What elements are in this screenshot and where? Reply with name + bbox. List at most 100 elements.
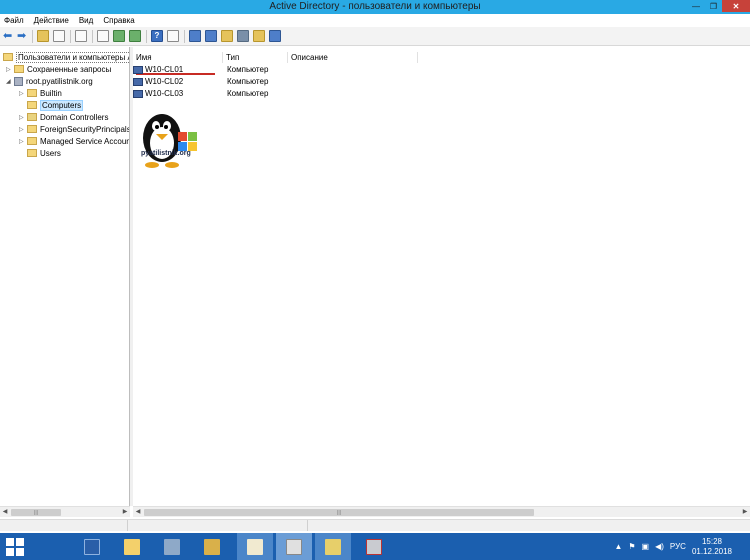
list-cell-name: W10-CL01 bbox=[133, 64, 183, 76]
tree-item-label: Managed Service Accoun bbox=[40, 136, 130, 146]
toolbar-separator bbox=[32, 29, 33, 43]
volume-icon[interactable]: ◀) bbox=[655, 542, 664, 551]
network-icon bbox=[164, 538, 180, 555]
filter-icon[interactable] bbox=[237, 30, 249, 42]
new-user-icon[interactable] bbox=[189, 30, 201, 42]
list-row[interactable]: W10-CL02 Компьютер bbox=[133, 76, 750, 88]
tree-item-managed-service-accounts[interactable]: ▷ Managed Service Accoun bbox=[19, 135, 130, 147]
tree-item-domain-controllers[interactable]: ▷ Domain Controllers bbox=[19, 111, 108, 123]
computer-type: Компьютер bbox=[227, 77, 269, 86]
scroll-right-icon[interactable]: ▶ bbox=[740, 507, 750, 517]
minimize-button[interactable]: — bbox=[687, 0, 705, 12]
list-row[interactable]: W10-CL03 Компьютер bbox=[133, 88, 750, 100]
list-horizontal-scrollbar[interactable]: ◀ ||| ▶ bbox=[133, 506, 750, 517]
tree-item-label: Сохраненные запросы bbox=[27, 64, 112, 74]
properties-icon[interactable] bbox=[97, 30, 109, 42]
add-to-group-icon[interactable] bbox=[269, 30, 281, 42]
tray-expand-icon[interactable]: ▲ bbox=[614, 542, 622, 551]
expand-arrow-icon[interactable]: ▷ bbox=[19, 138, 27, 145]
expand-arrow-icon[interactable]: ▷ bbox=[19, 114, 27, 121]
column-header-description[interactable]: Описание bbox=[288, 52, 418, 63]
computer-icon bbox=[133, 66, 143, 74]
logo-text: pyatilistnik.org bbox=[141, 150, 191, 157]
forward-arrow-icon[interactable]: ➡ bbox=[17, 30, 27, 42]
tree-item-label: Domain Controllers bbox=[40, 112, 109, 122]
taskbar-notepad[interactable] bbox=[237, 533, 273, 560]
action-center-icon[interactable]: ⚑ bbox=[628, 542, 635, 551]
taskbar-powershell[interactable] bbox=[76, 533, 108, 560]
tree-item-computers[interactable]: Computers bbox=[19, 99, 84, 111]
close-button[interactable]: ✕ bbox=[722, 0, 750, 12]
toolbar-separator bbox=[92, 29, 93, 43]
computer-icon bbox=[133, 78, 143, 86]
powershell-icon bbox=[84, 538, 100, 555]
new-ou-icon[interactable] bbox=[221, 30, 233, 42]
clock-date: 01.12.2018 bbox=[691, 546, 732, 556]
expand-arrow-icon[interactable]: ▷ bbox=[6, 66, 14, 73]
expand-arrow-icon[interactable]: ▷ bbox=[19, 90, 27, 97]
scroll-right-icon[interactable]: ▶ bbox=[120, 507, 130, 517]
computer-name: W10-CL02 bbox=[145, 77, 184, 86]
clock[interactable]: 15:28 01.12.2018 bbox=[692, 537, 732, 557]
notepad-icon bbox=[247, 538, 263, 555]
menu-file[interactable]: Файл bbox=[4, 16, 24, 25]
menu-action[interactable]: Действие bbox=[34, 16, 69, 25]
scroll-left-icon[interactable]: ◀ bbox=[133, 507, 143, 517]
export-list-icon[interactable] bbox=[129, 30, 141, 42]
start-button[interactable] bbox=[0, 533, 30, 560]
tree-item-domain[interactable]: ◢ root.pyatilistnik.org bbox=[6, 75, 93, 87]
tree-root[interactable]: Пользователи и компьютеры A bbox=[3, 51, 129, 63]
tree-item-users[interactable]: Users bbox=[19, 147, 61, 159]
refresh-icon[interactable] bbox=[113, 30, 125, 42]
clock-time: 15:28 bbox=[701, 536, 722, 546]
collapse-arrow-icon[interactable]: ◢ bbox=[6, 78, 14, 85]
tree-item-foreign-security-principals[interactable]: ▷ ForeignSecurityPrincipals bbox=[19, 123, 130, 135]
status-bar bbox=[0, 519, 750, 531]
tree-horizontal-scrollbar[interactable]: ◀ ||| ▶ bbox=[0, 506, 130, 517]
column-header-type[interactable]: Тип bbox=[223, 52, 288, 63]
ad-tool-icon bbox=[325, 538, 341, 555]
copy-icon[interactable] bbox=[75, 30, 87, 42]
up-folder-icon[interactable] bbox=[37, 30, 49, 42]
ou-folder-icon bbox=[27, 113, 37, 121]
scroll-left-icon[interactable]: ◀ bbox=[0, 507, 10, 517]
expand-arrow-icon[interactable]: ▷ bbox=[19, 126, 27, 133]
language-indicator[interactable]: РУС bbox=[670, 542, 686, 551]
menu-view[interactable]: Вид bbox=[79, 16, 93, 25]
computer-name: W10-CL01 bbox=[145, 65, 184, 74]
taskbar-ad-tool[interactable] bbox=[315, 533, 351, 560]
scrollbar-thumb[interactable]: ||| bbox=[144, 509, 534, 516]
taskbar-explorer[interactable] bbox=[116, 533, 148, 560]
taskbar-app[interactable] bbox=[358, 533, 390, 560]
tree-item-label: Builtin bbox=[40, 88, 62, 98]
tree-item-saved-queries[interactable]: ▷ Сохраненные запросы bbox=[6, 63, 111, 75]
tree-item-label: Users bbox=[40, 148, 61, 158]
network-tray-icon[interactable]: ▣ bbox=[642, 542, 650, 551]
menu-help[interactable]: Справка bbox=[103, 16, 134, 25]
tree-item-builtin[interactable]: ▷ Builtin bbox=[19, 87, 62, 99]
app-icon bbox=[366, 538, 382, 555]
folder-icon bbox=[27, 101, 37, 109]
maximize-button[interactable]: ❐ bbox=[705, 0, 722, 12]
snapin-icon bbox=[3, 53, 13, 61]
list-row[interactable]: W10-CL01 Компьютер bbox=[133, 64, 750, 76]
show-tree-icon[interactable] bbox=[53, 30, 65, 42]
scrollbar-thumb[interactable]: ||| bbox=[11, 509, 61, 516]
taskbar-certificates[interactable] bbox=[196, 533, 228, 560]
new-group-icon[interactable] bbox=[205, 30, 217, 42]
taskbar-active-directory[interactable] bbox=[276, 533, 312, 560]
tree-item-label: root.pyatilistnik.org bbox=[26, 76, 93, 86]
folder-icon bbox=[14, 65, 24, 73]
view-icon[interactable] bbox=[167, 30, 179, 42]
list-cell-name: W10-CL02 bbox=[133, 76, 183, 88]
column-header-name[interactable]: Имя bbox=[133, 52, 223, 63]
find-icon[interactable] bbox=[253, 30, 265, 42]
help-icon[interactable]: ? bbox=[151, 30, 163, 42]
taskbar-network[interactable] bbox=[156, 533, 188, 560]
tree-item-label: ForeignSecurityPrincipals bbox=[40, 124, 130, 134]
list-cell-name: W10-CL03 bbox=[133, 88, 183, 100]
folder-icon bbox=[27, 89, 37, 97]
computer-name: W10-CL03 bbox=[145, 89, 184, 98]
status-cell bbox=[128, 520, 308, 531]
back-arrow-icon[interactable]: ⬅ bbox=[3, 30, 13, 42]
